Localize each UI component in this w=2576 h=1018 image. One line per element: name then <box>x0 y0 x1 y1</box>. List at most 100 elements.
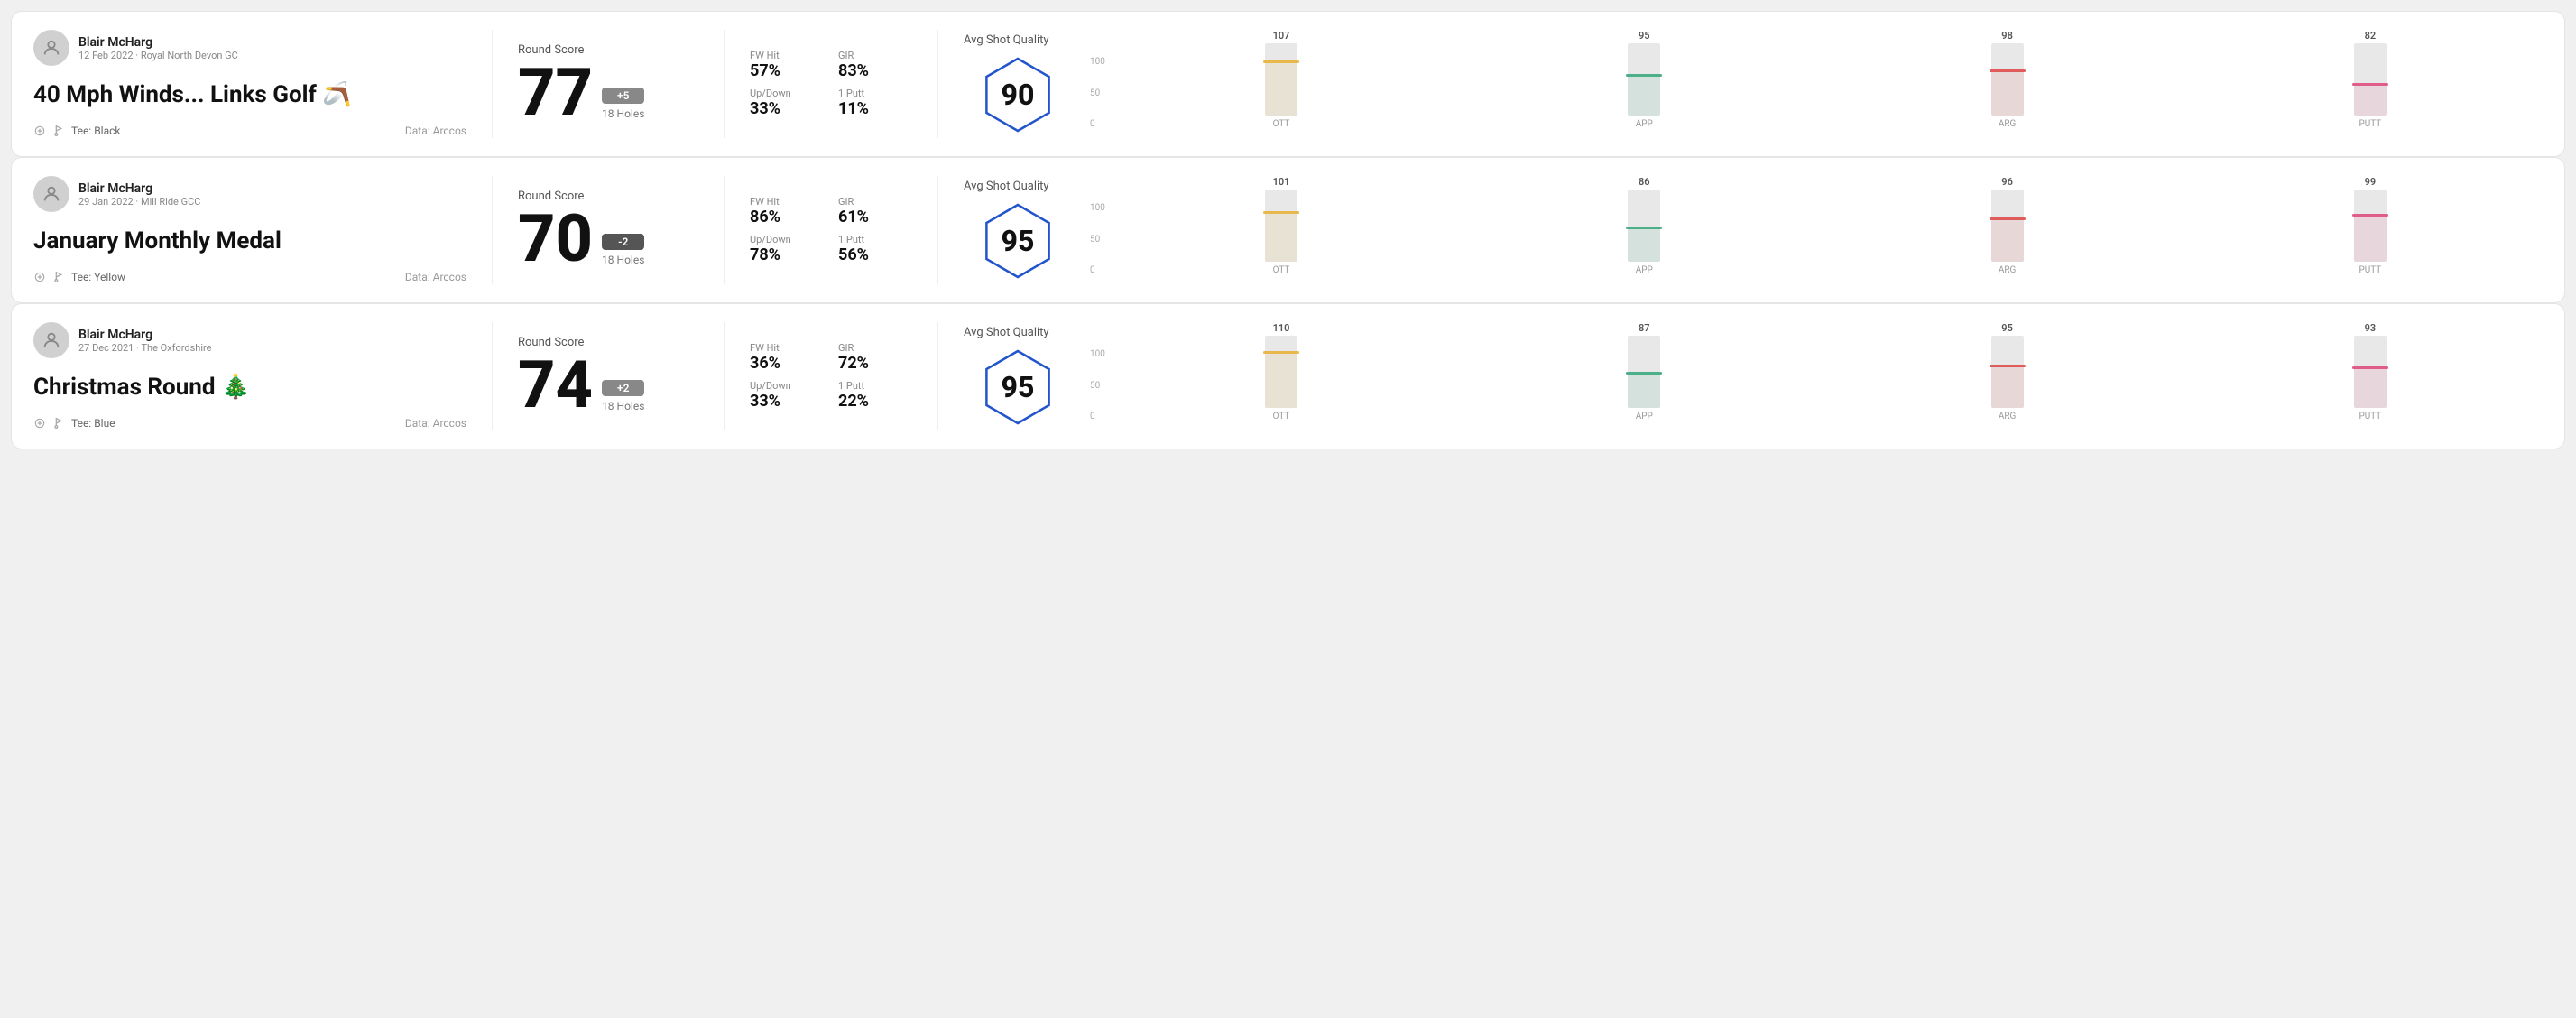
tee-label: Tee: Black <box>71 125 120 137</box>
bar-value: 93 <box>2365 322 2377 334</box>
y-axis-0: 0 <box>1090 119 1105 129</box>
score-row: 70 -2 18 Holes <box>518 207 698 272</box>
bar-wrapper <box>1991 43 2024 116</box>
user-info: Blair McHarg 12 Feb 2022 · Royal North D… <box>78 35 238 61</box>
round-left-section: Blair McHarg 12 Feb 2022 · Royal North D… <box>33 30 466 138</box>
fw-hit-label: FW Hit <box>750 50 824 61</box>
fw-hit-stat: FW Hit 36% <box>750 342 824 373</box>
bar-value: 101 <box>1273 176 1290 188</box>
divider <box>724 30 725 138</box>
quality-label: Avg Shot Quality <box>964 33 1049 47</box>
bar-wrapper <box>2354 43 2387 116</box>
divider <box>724 176 725 284</box>
score-section: Round Score 77 +5 18 Holes <box>518 30 698 138</box>
updown-value: 33% <box>750 99 824 118</box>
user-info: Blair McHarg 29 Jan 2022 · Mill Ride GCC <box>78 181 200 208</box>
bar-line <box>1990 69 2026 72</box>
bar-line <box>1626 74 1662 77</box>
bar-value: 107 <box>1273 30 1290 42</box>
bar-value: 86 <box>1639 176 1650 188</box>
quality-section: Avg Shot Quality 90 <box>964 30 1072 138</box>
holes-text: 18 Holes <box>602 400 644 412</box>
avatar <box>33 176 69 212</box>
chart-bar-group: 95 ARG <box>1834 322 2179 421</box>
bar-fill <box>1628 373 1660 408</box>
bar-label: OTT <box>1273 119 1290 129</box>
chart-section: 100 50 0 110 OTT 87 <box>1072 322 2543 430</box>
bar-line <box>1626 227 1662 229</box>
bar-label: OTT <box>1273 265 1290 275</box>
golf-icon <box>51 416 66 430</box>
oneputt-value: 56% <box>838 245 912 264</box>
score-section: Round Score 74 +2 18 Holes <box>518 322 698 430</box>
bar-value: 82 <box>2365 30 2377 42</box>
bar-value: 99 <box>2365 176 2377 188</box>
chart-wrapper: 100 50 0 101 OTT 86 <box>1090 176 2543 275</box>
weather-icon <box>33 271 46 283</box>
fw-hit-value: 36% <box>750 354 824 373</box>
fw-hit-stat: FW Hit 86% <box>750 196 824 227</box>
round-title: 40 Mph Winds... Links Golf 🪃 <box>33 81 466 108</box>
bar-line <box>1990 217 2026 220</box>
score-row: 77 +5 18 Holes <box>518 60 698 125</box>
chart-bar-group: 95 APP <box>1472 30 1816 129</box>
user-name: Blair McHarg <box>78 181 200 196</box>
bar-label: ARG <box>1999 119 2017 129</box>
bar-line <box>2352 366 2388 369</box>
bar-value: 110 <box>1273 322 1290 334</box>
score-detail: +2 18 Holes <box>602 380 644 412</box>
bar-wrapper <box>1265 336 1297 408</box>
score-badge: +2 <box>602 380 644 396</box>
quality-section: Avg Shot Quality 95 <box>964 176 1072 284</box>
round-title: January Monthly Medal <box>33 227 466 255</box>
tee-info: Tee: Black <box>33 124 120 138</box>
bar-fill <box>1991 70 2024 116</box>
bar-value: 87 <box>1639 322 1650 334</box>
bar-chart: 110 OTT 87 APP 95 ARG <box>1109 322 2543 421</box>
bar-line <box>1263 60 1299 63</box>
bar-fill <box>2354 215 2387 262</box>
data-source: Data: Arccos <box>405 125 466 137</box>
bar-line <box>1626 372 1662 375</box>
chart-y-axis: 100 50 0 <box>1090 57 1105 129</box>
bar-label: APP <box>1636 265 1653 275</box>
bar-fill <box>2354 84 2387 116</box>
user-row: Blair McHarg 27 Dec 2021 · The Oxfordshi… <box>33 322 466 358</box>
y-axis-50: 50 <box>1090 381 1105 391</box>
bar-chart: 101 OTT 86 APP 96 ARG <box>1109 176 2543 275</box>
user-date: 12 Feb 2022 · Royal North Devon GC <box>78 50 238 61</box>
chart-section: 100 50 0 101 OTT 86 <box>1072 176 2543 284</box>
bar-fill <box>1265 61 1297 116</box>
bar-fill <box>1265 212 1297 262</box>
user-row: Blair McHarg 29 Jan 2022 · Mill Ride GCC <box>33 176 466 212</box>
bar-label: PUTT <box>2359 412 2381 421</box>
bottom-row: Tee: Blue Data: Arccos <box>33 416 466 430</box>
chart-bar-group: 110 OTT <box>1109 322 1454 421</box>
bar-chart: 107 OTT 95 APP 98 ARG <box>1109 30 2543 129</box>
quality-section: Avg Shot Quality 95 <box>964 322 1072 430</box>
bar-line <box>1263 351 1299 354</box>
updown-label: Up/Down <box>750 380 824 392</box>
user-row: Blair McHarg 12 Feb 2022 · Royal North D… <box>33 30 466 66</box>
hexagon-score: 95 <box>1002 224 1035 258</box>
updown-value: 33% <box>750 392 824 411</box>
bar-label: APP <box>1636 119 1653 129</box>
chart-bar-group: 101 OTT <box>1109 176 1454 275</box>
oneputt-value: 22% <box>838 392 912 411</box>
bar-line <box>1990 365 2026 367</box>
score-number: 70 <box>518 207 593 272</box>
oneputt-stat: 1 Putt 11% <box>838 88 912 118</box>
gir-value: 72% <box>838 354 912 373</box>
gir-value: 83% <box>838 61 912 80</box>
divider <box>937 322 938 430</box>
y-axis-0: 0 <box>1090 265 1105 275</box>
bottom-row: Tee: Yellow Data: Arccos <box>33 270 466 284</box>
y-axis-50: 50 <box>1090 88 1105 98</box>
bar-wrapper <box>1265 43 1297 116</box>
data-source: Data: Arccos <box>405 417 466 430</box>
round-card: Blair McHarg 27 Dec 2021 · The Oxfordshi… <box>11 303 2565 449</box>
oneputt-label: 1 Putt <box>838 380 912 392</box>
weather-icon <box>33 125 46 137</box>
chart-bar-group: 82 PUTT <box>2198 30 2543 129</box>
oneputt-stat: 1 Putt 56% <box>838 234 912 264</box>
